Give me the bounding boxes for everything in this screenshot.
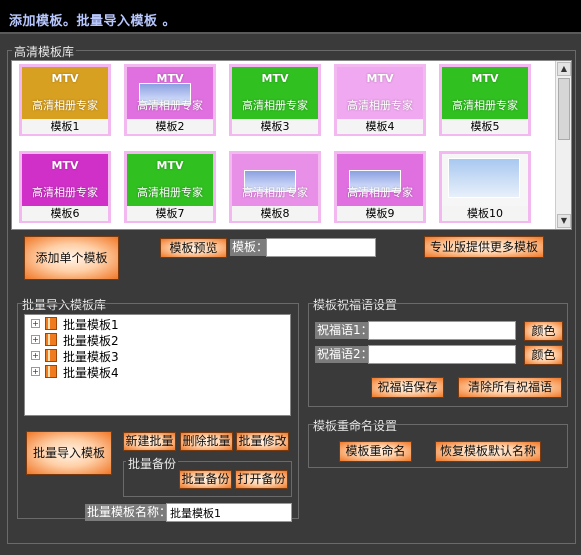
greeting1-color-button[interactable]: 颜色: [524, 321, 563, 341]
batch-name-label: 批量模板名称：: [85, 504, 174, 521]
template-name: 模板4: [337, 119, 423, 134]
open-backup-button[interactable]: 打开备份: [235, 470, 288, 489]
template-card[interactable]: MTV 高清相册专家 模板3: [229, 64, 321, 136]
template-thumbnail: 高清相册专家: [337, 154, 423, 206]
tree-item-label: 批量模板3: [63, 350, 119, 364]
template-card[interactable]: MTV 高清相册专家 模板4: [334, 64, 426, 136]
template-thumbnail: 高清相册专家: [232, 154, 318, 206]
template-name-input[interactable]: [266, 238, 376, 257]
template-name: 模板7: [127, 206, 213, 221]
template-card[interactable]: 高清相册专家 模板8: [229, 151, 321, 223]
delete-batch-button[interactable]: 删除批量: [180, 432, 233, 451]
template-card[interactable]: 模板10: [439, 151, 531, 223]
batch-import-button[interactable]: 批量导入模板: [26, 431, 112, 475]
template-thumbnail: MTV 高清相册专家: [127, 154, 213, 206]
expand-icon[interactable]: +: [31, 351, 40, 360]
template-name: 模板10: [442, 206, 528, 221]
template-name: 模板9: [337, 206, 423, 221]
batch-template-tree[interactable]: + 批量模板1 + 批量模板2 + 批量模板3 + 批量模板4: [24, 314, 291, 416]
expand-icon[interactable]: +: [31, 367, 40, 376]
save-greeting-button[interactable]: 祝福语保存: [371, 377, 444, 398]
thumbnail-mtv-text: MTV: [51, 159, 79, 172]
scroll-thumb[interactable]: [558, 78, 570, 140]
thumbnail-subtitle: 高清相册专家: [347, 99, 413, 112]
thumbnail-subtitle: 高清相册专家: [32, 99, 98, 112]
template-thumbnail: MTV 高清相册专家: [442, 67, 528, 119]
thumbnail-subtitle: 高清相册专家: [242, 99, 308, 112]
tree-item-label: 批量模板1: [63, 318, 119, 332]
template-thumbnail: MTV 高清相册专家: [127, 67, 213, 119]
template-thumbnail: MTV 高清相册专家: [22, 67, 108, 119]
thumbnail-subtitle: 高清相册专家: [137, 186, 203, 199]
greeting2-input[interactable]: [368, 345, 516, 364]
batch-backup-label: 批量备份: [126, 455, 179, 472]
tree-item-label: 批量模板2: [63, 334, 119, 348]
template-name: 模板2: [127, 119, 213, 134]
template-thumbnail: MTV 高清相册专家: [337, 67, 423, 119]
thumbnail-mtv-text: MTV: [261, 72, 289, 85]
template-card[interactable]: MTV 高清相册专家 模板7: [124, 151, 216, 223]
thumbnail-mtv-text: MTV: [366, 72, 394, 85]
tree-item-label: 批量模板4: [63, 366, 119, 380]
pro-more-templates-button[interactable]: 专业版提供更多模板: [424, 236, 544, 258]
greeting2-label: 祝福语2：: [315, 346, 375, 363]
clear-greetings-button[interactable]: 清除所有祝福语: [458, 377, 562, 398]
thumbnail-subtitle: 高清相册专家: [347, 186, 413, 199]
template-thumbnail: MTV 高清相册专家: [232, 67, 318, 119]
template-card[interactable]: 高清相册专家 模板9: [334, 151, 426, 223]
expand-icon[interactable]: +: [31, 335, 40, 344]
template-name: 模板6: [22, 206, 108, 221]
thumbnail-mtv-text: MTV: [156, 159, 184, 172]
thumbnail-inset-photo: [448, 158, 520, 198]
template-thumbnail: [442, 154, 528, 206]
restore-default-name-button[interactable]: 恢复模板默认名称: [435, 441, 541, 462]
greeting1-input[interactable]: [368, 321, 516, 340]
template-label: 模板：: [230, 239, 271, 256]
book-icon: [45, 333, 57, 346]
template-name: 模板3: [232, 119, 318, 134]
rename-template-button[interactable]: 模板重命名: [339, 441, 412, 462]
gallery-scrollbar[interactable]: ▲ ▼: [555, 61, 571, 229]
thumbnail-subtitle: 高清相册专家: [32, 186, 98, 199]
hd-library-label: 高清模板库: [12, 43, 77, 60]
template-name: 模板1: [22, 119, 108, 134]
template-name: 模板8: [232, 206, 318, 221]
thumbnail-mtv-text: MTV: [51, 72, 79, 85]
template-card[interactable]: MTV 高清相册专家 模板2: [124, 64, 216, 136]
batch-backup-button[interactable]: 批量备份: [179, 470, 232, 489]
thumbnail-mtv-text: MTV: [156, 72, 184, 85]
window-title: 添加模板。批量导入模板 。: [9, 14, 177, 29]
thumbnail-mtv-text: MTV: [471, 72, 499, 85]
template-thumbnail: MTV 高清相册专家: [22, 154, 108, 206]
thumbnail-subtitle: 高清相册专家: [242, 186, 308, 199]
book-icon: [45, 317, 57, 330]
template-name: 模板5: [442, 119, 528, 134]
expand-icon[interactable]: +: [31, 319, 40, 328]
thumbnail-subtitle: 高清相册专家: [452, 99, 518, 112]
batch-name-input[interactable]: [166, 503, 292, 522]
template-card[interactable]: MTV 高清相册专家 模板5: [439, 64, 531, 136]
add-single-template-button[interactable]: 添加单个模板: [24, 236, 119, 280]
new-batch-button[interactable]: 新建批量: [123, 432, 176, 451]
greeting2-color-button[interactable]: 颜色: [524, 345, 563, 365]
book-icon: [45, 365, 57, 378]
title-bar: 添加模板。批量导入模板 。: [0, 0, 581, 34]
template-card[interactable]: MTV 高清相册专家 模板6: [19, 151, 111, 223]
book-icon: [45, 349, 57, 362]
scroll-down-arrow-icon[interactable]: ▼: [557, 214, 571, 228]
edit-batch-button[interactable]: 批量修改: [236, 432, 289, 451]
scroll-up-arrow-icon[interactable]: ▲: [557, 62, 571, 76]
template-card[interactable]: MTV 高清相册专家 模板1: [19, 64, 111, 136]
thumbnail-subtitle: 高清相册专家: [137, 99, 203, 112]
template-preview-button[interactable]: 模板预览: [160, 238, 227, 258]
greeting1-label: 祝福语1：: [315, 322, 375, 339]
